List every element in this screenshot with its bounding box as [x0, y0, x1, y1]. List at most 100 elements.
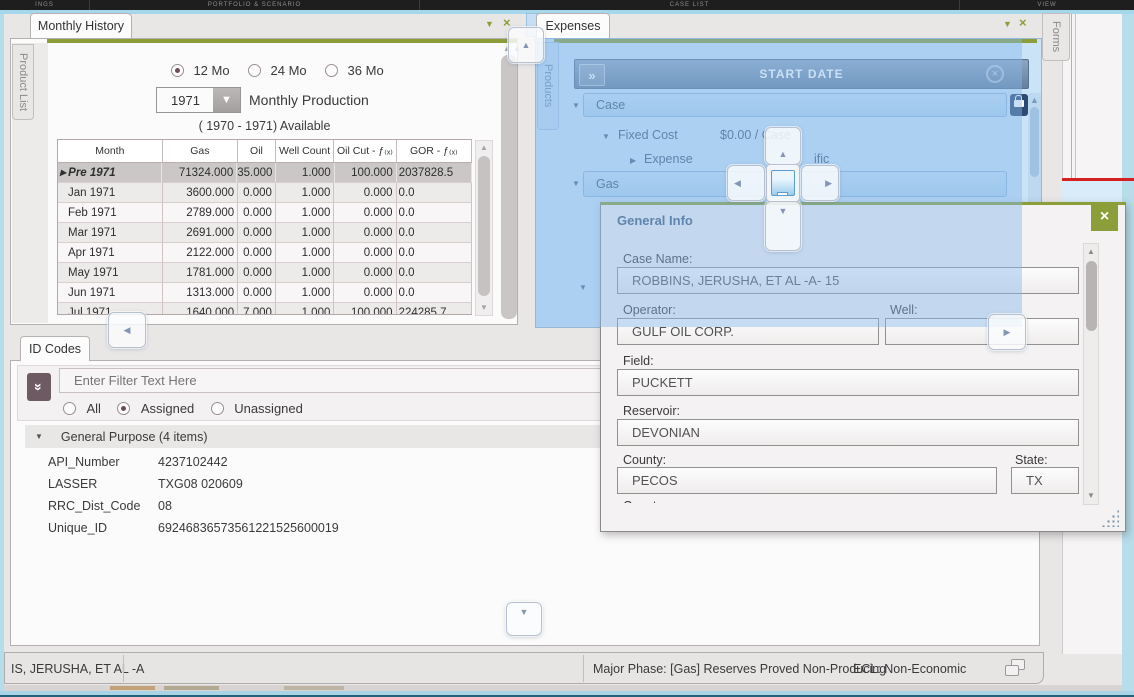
- monthly-production-table[interactable]: Month Gas Oil Well Count Oil Cut - ƒ₍ₓ₎ …: [57, 139, 472, 315]
- cell: 0.000: [238, 203, 276, 223]
- ribbon-tab[interactable]: INGS: [0, 0, 90, 10]
- expand-arrow-icon[interactable]: ▶: [630, 156, 636, 165]
- radio-assigned[interactable]: [117, 402, 130, 415]
- side-tab-product-list[interactable]: Product List: [12, 44, 34, 120]
- table-row[interactable]: Jun 1971 1313.000 0.000 1.000 0.000 0.0: [58, 283, 472, 303]
- collapse-arrow-icon[interactable]: ▼: [572, 179, 580, 188]
- lock-icon: [1014, 100, 1024, 107]
- cell: 0.000: [238, 183, 276, 203]
- cell: 1.000: [276, 263, 334, 283]
- cell: Pre 1971: [68, 167, 115, 179]
- cell: 0.0: [397, 243, 472, 263]
- dock-top-edge-button[interactable]: ▲: [508, 27, 544, 63]
- scroll-up-icon[interactable]: ▲: [476, 144, 492, 152]
- operator-input[interactable]: GULF OIL CORP.: [617, 318, 879, 345]
- state-input[interactable]: TX: [1011, 467, 1079, 494]
- scrollbar-thumb[interactable]: [1030, 107, 1039, 177]
- scrollbar-thumb[interactable]: [478, 156, 490, 296]
- county-input[interactable]: PECOS: [617, 467, 997, 494]
- scroll-down-icon[interactable]: ▼: [1084, 492, 1098, 500]
- case-name-input[interactable]: ROBBINS, JERUSHA, ET AL -A- 15: [617, 267, 1079, 294]
- close-button[interactable]: ×: [1091, 202, 1118, 231]
- tab-expenses[interactable]: Expenses: [536, 13, 610, 38]
- row-selector-icon: ▶: [60, 168, 66, 177]
- dock-right-edge-button[interactable]: ▶: [988, 314, 1026, 350]
- panel-scrollbar-thumb[interactable]: [501, 55, 517, 319]
- list-item[interactable]: API_Number 4237102442: [48, 451, 228, 473]
- table-vertical-scrollbar[interactable]: ▲ ▼: [475, 140, 493, 316]
- collapse-arrow-icon[interactable]: ▼: [579, 283, 587, 292]
- radio-unassigned[interactable]: [211, 402, 224, 415]
- dock-right-icon: ▶: [825, 179, 832, 188]
- ribbon-tab[interactable]: CASE LIST: [420, 0, 960, 10]
- lock-button[interactable]: [1010, 94, 1028, 116]
- chevron-down-icon[interactable]: ▼: [485, 19, 494, 29]
- cell: 0.000: [238, 263, 276, 283]
- expense-label[interactable]: Expense: [644, 152, 693, 166]
- list-item[interactable]: RRC_Dist_Code 08: [48, 495, 172, 517]
- list-item[interactable]: Unique_ID 69246836573561221525600019: [48, 517, 339, 539]
- column-header[interactable]: Gas: [163, 140, 238, 163]
- monthly-history-panel: 12 Mo 24 Mo 36 Mo 1971 ▼ Monthly Product…: [10, 38, 518, 325]
- dock-right-button[interactable]: ▶: [801, 165, 839, 201]
- side-tab-forms[interactable]: Forms: [1042, 13, 1070, 61]
- cell: 0.0: [397, 283, 472, 303]
- table-row[interactable]: Mar 1971 2691.000 0.000 1.000 0.000 0.0: [58, 223, 472, 243]
- list-item[interactable]: LASSER TXG08 020609: [48, 473, 243, 495]
- table-header-row: Month Gas Oil Well Count Oil Cut - ƒ₍ₓ₎ …: [58, 140, 472, 163]
- column-header[interactable]: Month: [58, 140, 163, 163]
- collapse-arrow-icon[interactable]: ▼: [35, 432, 43, 441]
- column-header[interactable]: Oil Cut - ƒ₍ₓ₎: [334, 140, 396, 163]
- column-header[interactable]: GOR - ƒ₍ₓ₎: [397, 140, 472, 163]
- ribbon-tab[interactable]: VIEW: [960, 0, 1134, 10]
- cell: 1.000: [276, 283, 334, 303]
- table-row[interactable]: Feb 1971 2789.000 0.000 1.000 0.000 0.0: [58, 203, 472, 223]
- scroll-down-icon[interactable]: ▼: [476, 304, 492, 312]
- ribbon-tab[interactable]: PORTFOLIO & SCENARIO: [90, 0, 420, 10]
- reservoir-input[interactable]: DEVONIAN: [617, 419, 1079, 446]
- dock-left-edge-button[interactable]: ◀: [108, 312, 146, 348]
- well-input[interactable]: [885, 318, 1079, 345]
- radio-12mo[interactable]: [171, 64, 184, 77]
- case-group-row[interactable]: Case: [583, 93, 1007, 117]
- dock-center-button[interactable]: [766, 164, 800, 202]
- table-row[interactable]: ▶Pre 1971 71324.000 35.000 1.000 100.000…: [58, 163, 472, 183]
- radio-all[interactable]: [63, 402, 76, 415]
- expense-value-fragment: ific: [814, 152, 829, 166]
- collapse-arrow-icon[interactable]: ▼: [572, 101, 580, 110]
- table-row[interactable]: Jan 1971 3600.000 0.000 1.000 0.000 0.0: [58, 183, 472, 203]
- cell: 1.000: [276, 243, 334, 263]
- tab-monthly-history[interactable]: Monthly History: [30, 13, 132, 38]
- scroll-up-icon[interactable]: ▲: [1084, 248, 1098, 256]
- group-label: Case: [596, 98, 625, 112]
- field-input[interactable]: PUCKETT: [617, 369, 1079, 396]
- fixed-cost-label[interactable]: Fixed Cost: [618, 128, 678, 142]
- dialog-scrollbar[interactable]: ▲ ▼: [1083, 243, 1099, 505]
- year-dropdown-button[interactable]: ▼: [213, 88, 240, 112]
- column-header[interactable]: Oil: [238, 140, 276, 163]
- cell: 0.000: [334, 283, 396, 303]
- dock-up-button[interactable]: ▲: [765, 127, 801, 165]
- dock-left-button[interactable]: ◀: [727, 165, 765, 201]
- dock-bottom-edge-button[interactable]: ▼: [506, 602, 542, 636]
- collapse-filter-button[interactable]: »: [27, 373, 51, 401]
- table-row[interactable]: May 1971 1781.000 0.000 1.000 0.000 0.0: [58, 263, 472, 283]
- column-header[interactable]: Well Count: [276, 140, 334, 163]
- chevron-down-icon[interactable]: ▼: [1003, 19, 1012, 29]
- start-date-header[interactable]: » START DATE ×: [574, 59, 1029, 89]
- close-icon[interactable]: ×: [1019, 15, 1027, 30]
- radio-36mo[interactable]: [325, 64, 338, 77]
- scrollbar-thumb[interactable]: [1086, 261, 1097, 331]
- table-row[interactable]: Apr 1971 2122.000 0.000 1.000 0.000 0.0: [58, 243, 472, 263]
- dock-down-button[interactable]: ▼: [765, 201, 801, 251]
- year-combobox[interactable]: 1971 ▼: [156, 87, 241, 113]
- scroll-up-icon[interactable]: ▲: [1028, 96, 1041, 105]
- notes-icon[interactable]: [1005, 659, 1027, 679]
- resize-grip-icon[interactable]: [1101, 509, 1119, 527]
- circle-close-icon[interactable]: ×: [986, 65, 1004, 83]
- cell: 35.000: [237, 163, 276, 183]
- radio-24mo[interactable]: [248, 64, 261, 77]
- state-label: State:: [1015, 453, 1048, 467]
- collapse-arrow-icon[interactable]: ▼: [602, 132, 610, 141]
- tab-id-codes[interactable]: ID Codes: [20, 336, 90, 361]
